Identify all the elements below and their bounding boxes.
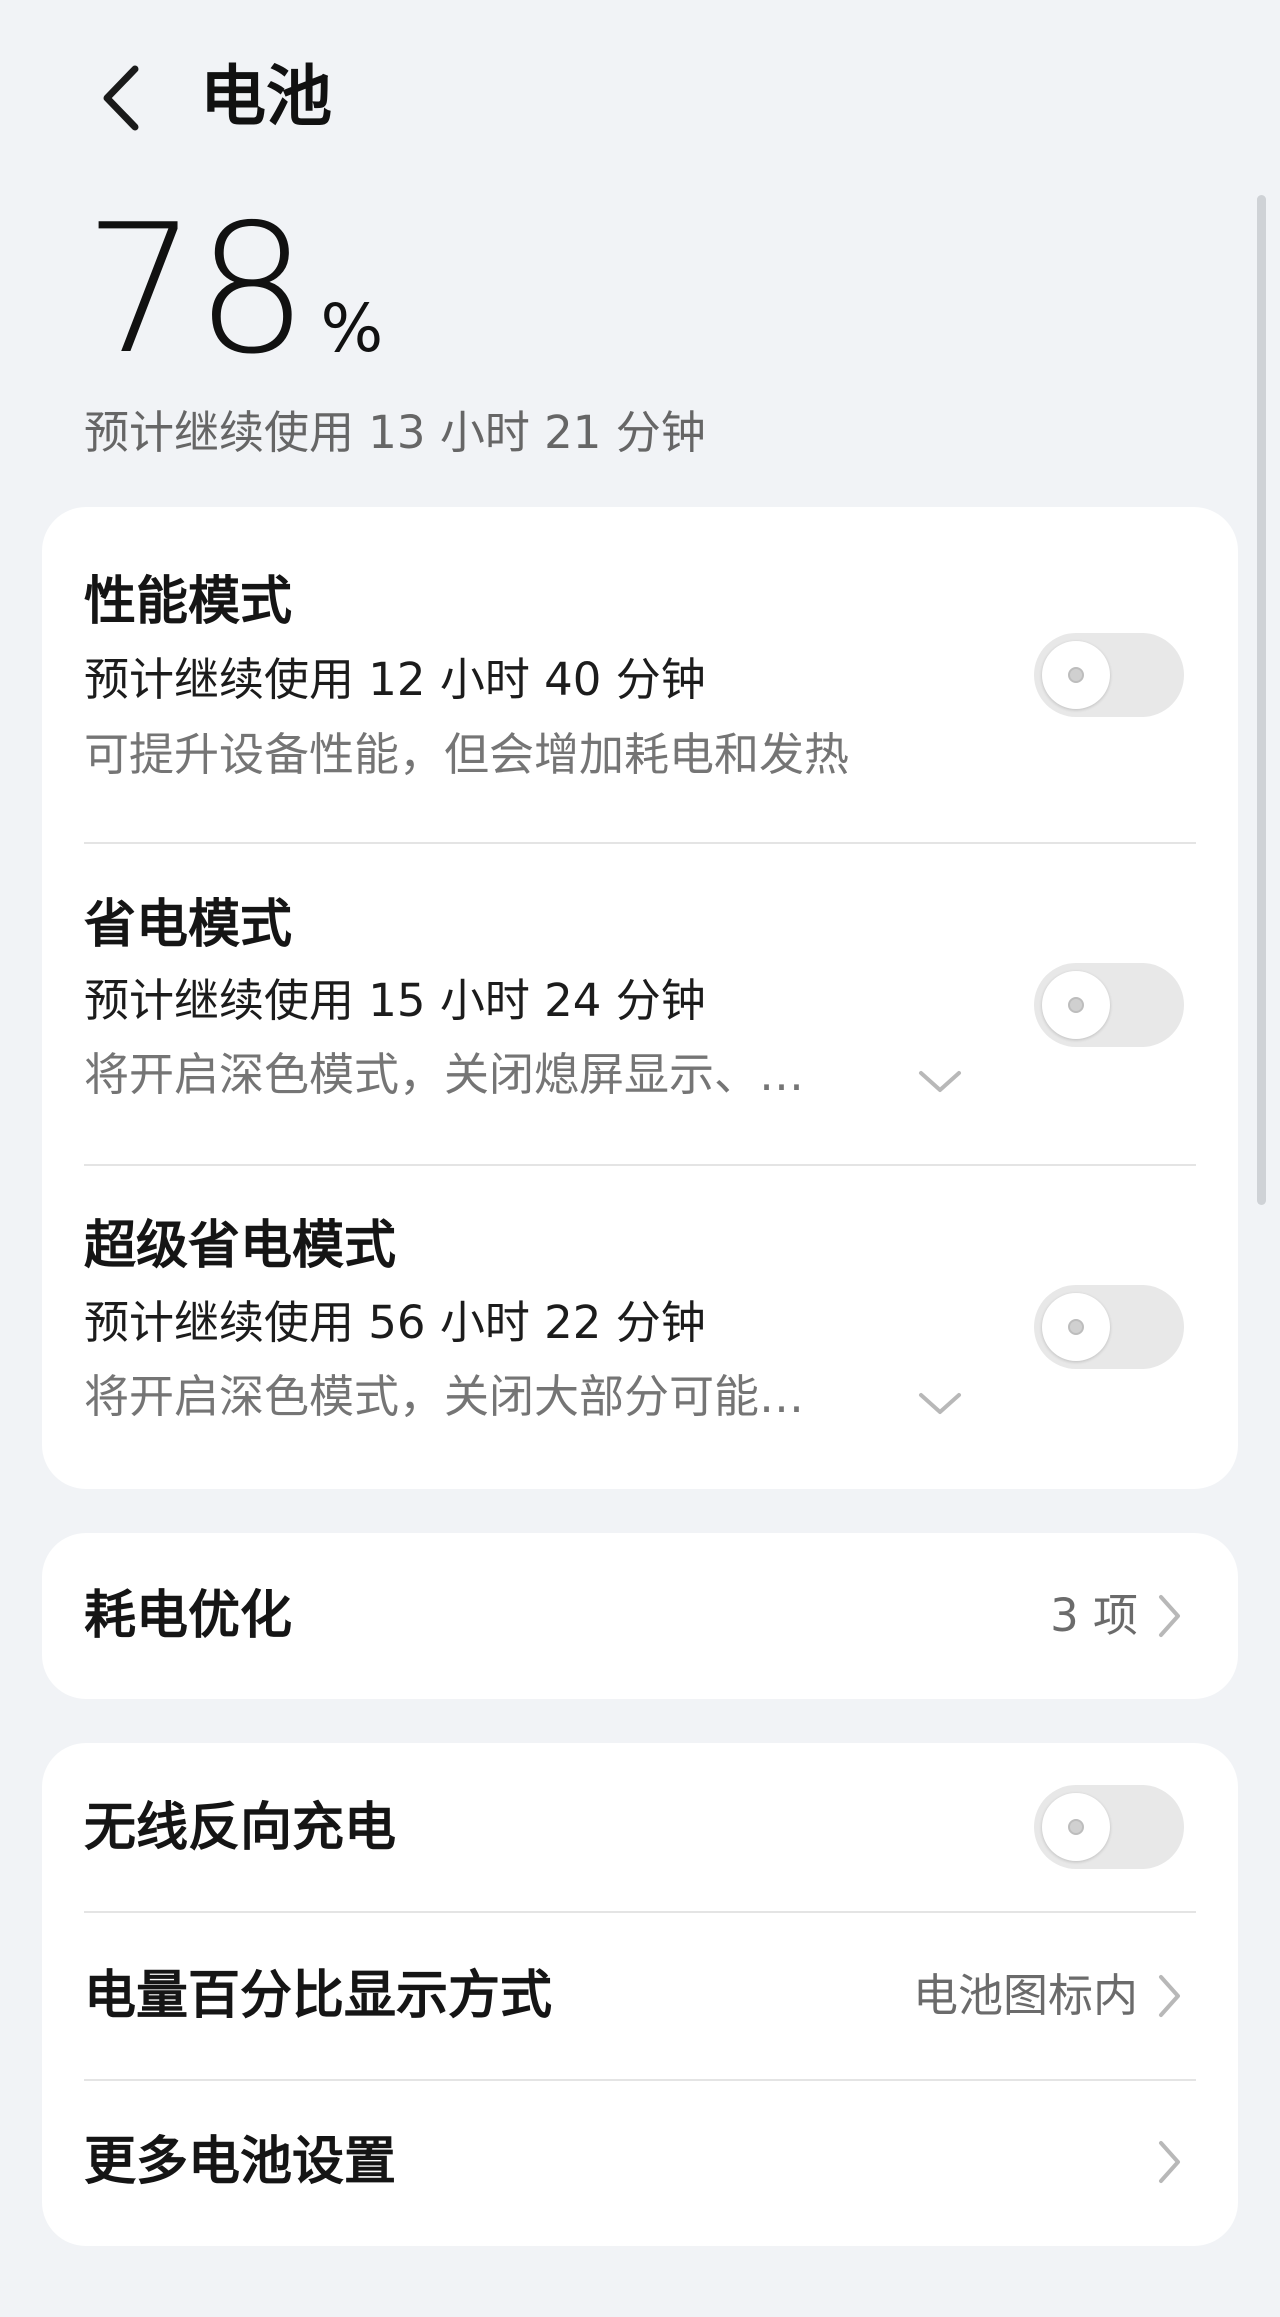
list-label: 更多电池设置 — [84, 2132, 397, 2192]
chevron-down-icon — [919, 1071, 961, 1092]
mode-description: 将开启深色模式，关闭大部分可能… — [84, 1370, 805, 1423]
mode-row-power-saving[interactable]: 省电模式 预计继续使用 15 小时 24 分钟 将开启深色模式，关闭熄屏显示、… — [42, 844, 1238, 1164]
mode-description: 将开启深色模式，关闭熄屏显示、… — [84, 1048, 805, 1101]
header: 电池 — [0, 0, 1280, 200]
toggle-knob — [1042, 1793, 1110, 1861]
battery-percent-value: 78 — [84, 186, 308, 393]
mode-time: 预计继续使用 12 小时 40 分钟 — [84, 653, 706, 706]
expand-description-button[interactable] — [912, 1062, 968, 1102]
mode-title: 超级省电模式 — [84, 1216, 397, 1276]
chevron-right-icon — [1150, 1581, 1190, 1651]
mode-time: 预计继续使用 15 小时 24 分钟 — [84, 974, 706, 1027]
battery-remaining-time: 预计继续使用 13 小时 21 分钟 — [84, 406, 706, 459]
super-power-saving-mode-toggle[interactable] — [1034, 1285, 1184, 1369]
list-value: 3 项 — [1050, 1589, 1138, 1642]
list-label: 电量百分比显示方式 — [84, 1966, 553, 2026]
chevron-down-icon — [919, 1393, 961, 1414]
mode-title: 省电模式 — [84, 895, 293, 955]
power-optimization-row[interactable]: 耗电优化 3 项 — [42, 1533, 1238, 1699]
back-button[interactable] — [86, 56, 156, 140]
power-saving-mode-toggle[interactable] — [1034, 963, 1184, 1047]
power-modes-card: 性能模式 预计继续使用 12 小时 40 分钟 可提升设备性能，但会增加耗电和发… — [42, 507, 1238, 1489]
battery-settings-card: 无线反向充电 电量百分比显示方式 电池图标内 更多电池设置 — [42, 1743, 1238, 2246]
wireless-reverse-charging-toggle[interactable] — [1034, 1785, 1184, 1869]
list-label: 耗电优化 — [84, 1586, 293, 1646]
list-value: 电池图标内 — [912, 1969, 1138, 2022]
mode-time: 预计继续使用 56 小时 22 分钟 — [84, 1296, 706, 1349]
mode-row-performance[interactable]: 性能模式 预计继续使用 12 小时 40 分钟 可提升设备性能，但会增加耗电和发… — [42, 507, 1238, 842]
battery-percent-unit: % — [320, 290, 384, 367]
mode-row-super-power-saving[interactable]: 超级省电模式 预计继续使用 56 小时 22 分钟 将开启深色模式，关闭大部分可… — [42, 1166, 1238, 1489]
mode-description: 可提升设备性能，但会增加耗电和发热 — [84, 728, 850, 781]
mode-title: 性能模式 — [84, 572, 293, 632]
toggle-knob — [1042, 1293, 1110, 1361]
wireless-reverse-charging-row[interactable]: 无线反向充电 — [42, 1743, 1238, 1911]
performance-mode-toggle[interactable] — [1034, 633, 1184, 717]
toggle-knob — [1042, 641, 1110, 709]
list-label: 无线反向充电 — [84, 1798, 397, 1858]
scrollbar[interactable] — [1257, 195, 1266, 1205]
percent-display-row[interactable]: 电量百分比显示方式 电池图标内 — [42, 1913, 1238, 2079]
chevron-right-icon — [1150, 2127, 1190, 2197]
back-arrow-icon — [103, 65, 139, 131]
power-optimization-card: 耗电优化 3 项 — [42, 1533, 1238, 1699]
chevron-right-icon — [1150, 1961, 1190, 2031]
toggle-knob — [1042, 971, 1110, 1039]
more-battery-settings-row[interactable]: 更多电池设置 — [42, 2081, 1238, 2246]
page-title: 电池 — [200, 58, 332, 135]
battery-percent: 78 % — [84, 190, 383, 390]
expand-description-button[interactable] — [912, 1384, 968, 1424]
